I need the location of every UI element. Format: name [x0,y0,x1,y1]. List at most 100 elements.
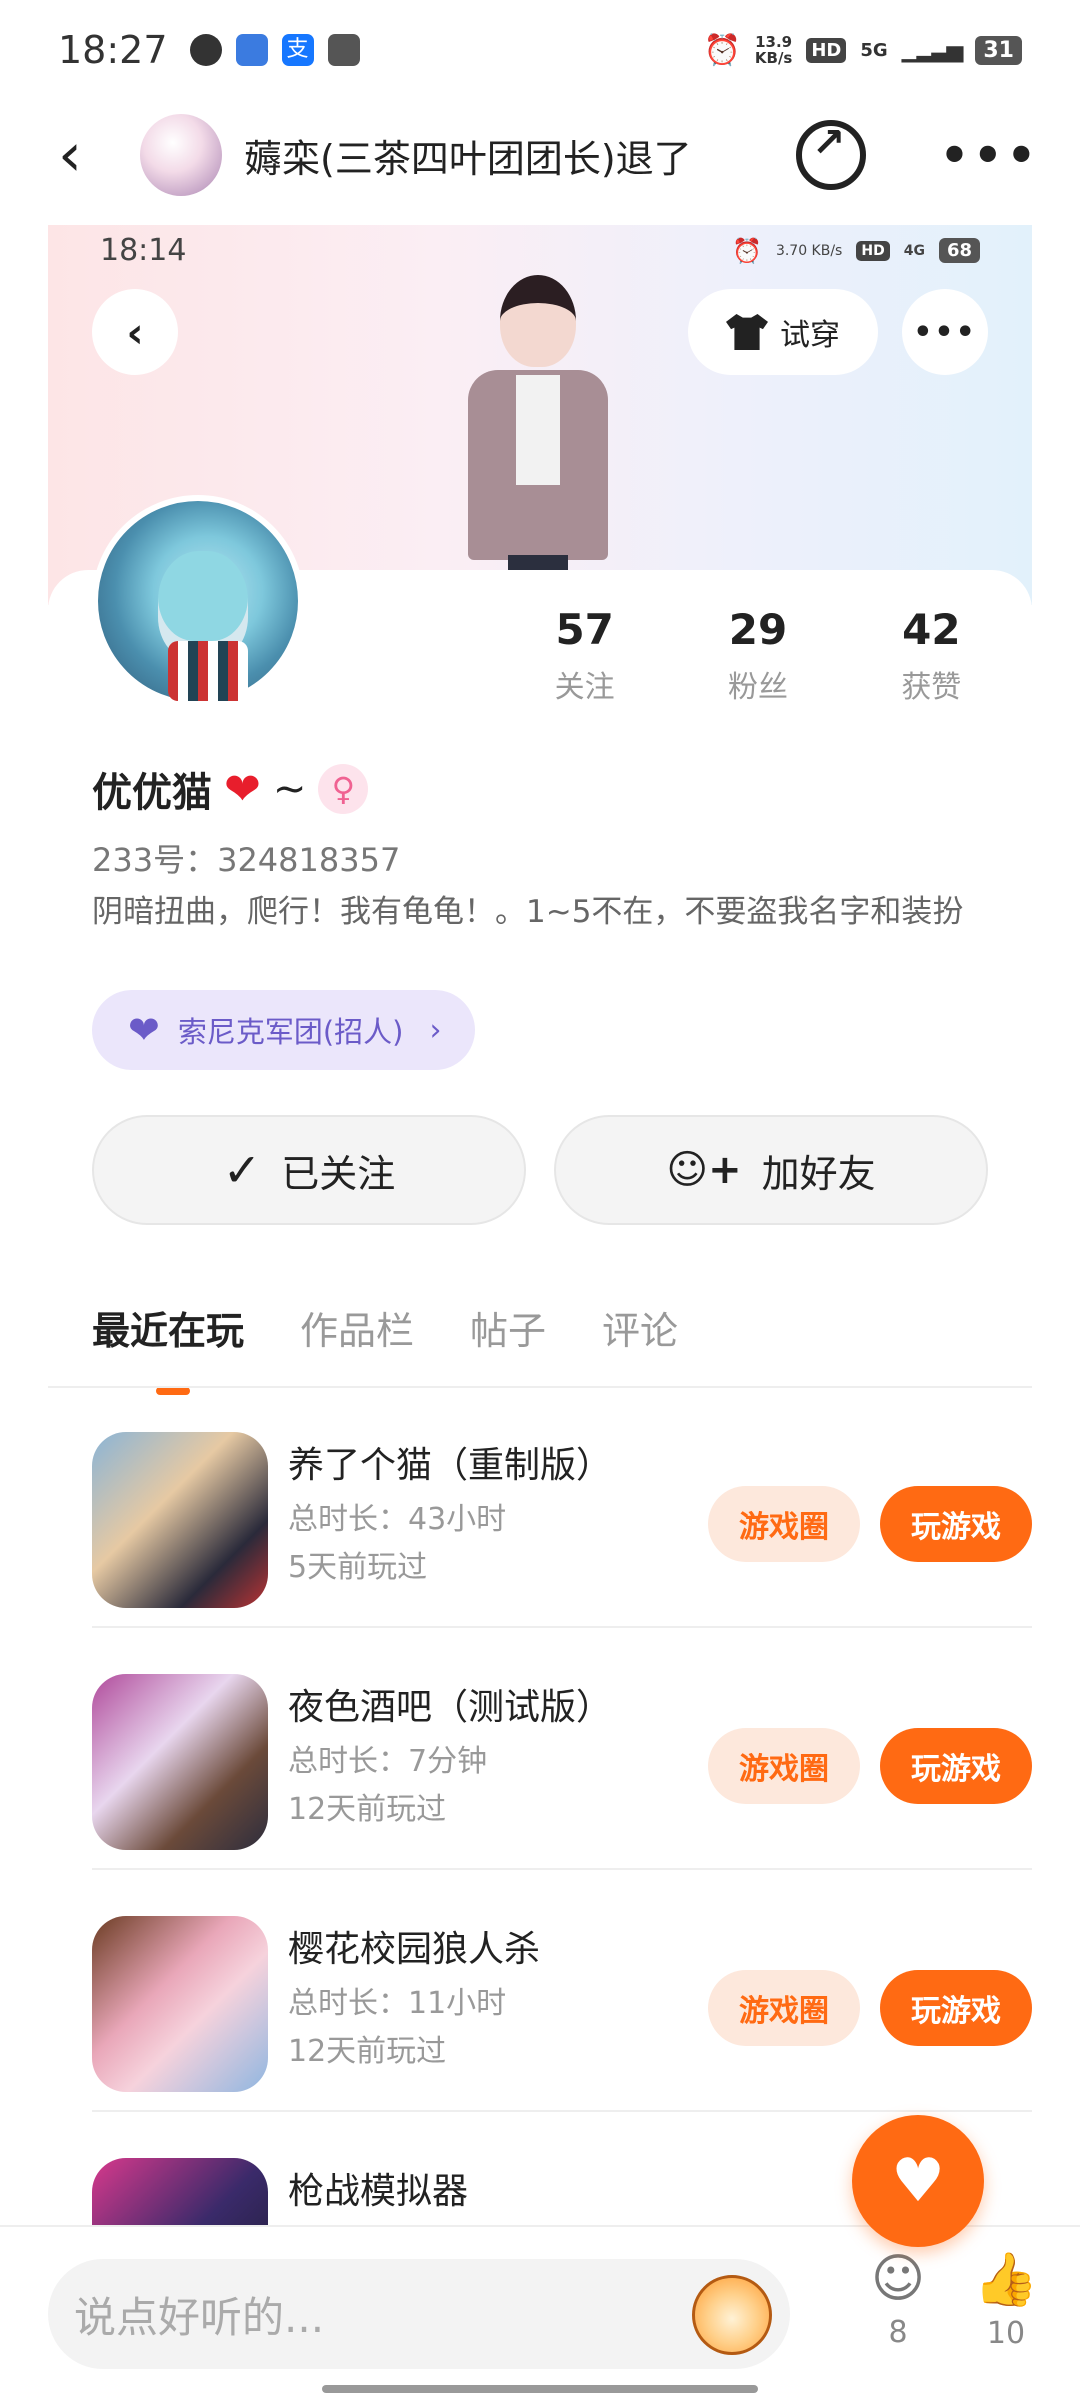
game-name: 夜色酒吧（测试版） [288,1687,613,1728]
group-label: 索尼克军团(招人) [177,1015,404,1049]
tshirt-icon [726,314,768,350]
try-on-button[interactable]: 试穿 [688,289,878,375]
followed-label: 已关注 [281,1151,396,1196]
stat-followers[interactable]: 29 粉丝 [671,605,844,706]
page-title: 薅栾(三茶四叶团团长)退了 [244,136,692,181]
game-icon[interactable] [92,1916,268,2092]
stat-value: 57 [555,605,614,654]
try-on-label: 试穿 [780,318,840,353]
inner-network-type: 4G [903,242,925,259]
game-icon[interactable] [92,1432,268,1608]
row-divider [92,1868,1032,1870]
banner-back-button[interactable]: ‹ [92,289,178,375]
network-type: 5G [860,39,888,61]
red-heart-icon: ❤ [224,763,261,815]
alipay-icon: 支 [281,34,314,66]
stat-label: 获赞 [901,670,962,705]
comment-bubble-icon: ☺ [870,2249,926,2309]
comment-placeholder: 说点好听的... [74,2292,325,2342]
share-button[interactable] [795,120,866,190]
more-options-button[interactable]: ••• [940,128,1040,182]
hd-badge: HD [856,240,890,261]
game-last-played: 12天前玩过 [288,2034,447,2069]
add-friend-button[interactable]: ☺+ 加好友 [554,1115,988,1225]
row-divider [92,2110,1032,2112]
banner-more-button[interactable]: ••• [902,289,988,375]
alarm-icon: ⏰ [703,32,741,68]
stat-value: 42 [902,605,961,654]
comment-count: 8 [888,2315,908,2350]
chevron-left-icon: ‹ [58,120,82,190]
username: 优优猫 [92,770,212,816]
app-notification-icon [327,34,360,66]
stat-label: 关注 [554,670,615,705]
like-count: 10 [986,2316,1026,2351]
game-duration: 总时长：7分钟 [288,1744,488,1779]
tab-comments[interactable]: 评论 [602,1300,678,1355]
heart-icon: ♥ [891,2146,945,2216]
tab-works[interactable]: 作品栏 [300,1300,414,1355]
like-count-button[interactable]: 👍 10 [966,2249,1046,2351]
inner-battery-level: 68 [938,238,980,263]
play-game-button[interactable]: 玩游戏 [880,1486,1032,1562]
row-divider [92,1626,1032,1628]
tab-posts[interactable]: 帖子 [470,1300,546,1355]
chevron-left-icon: ‹ [126,307,144,357]
purple-heart-icon: ❤ [128,1008,160,1052]
game-list-item[interactable]: 养了个猫（重制版） 总时长：43小时 5天前玩过 游戏圈 玩游戏 [92,1388,1032,1628]
profile-tabs: 最近在玩 作品栏 帖子 评论 [92,1300,678,1395]
top-avatar[interactable] [140,114,222,196]
username-suffix: ~ [272,766,307,812]
avatar-character-illustration [438,275,638,605]
game-circle-button[interactable]: 游戏圈 [708,1728,860,1804]
stat-value: 29 [728,605,788,654]
user-avatar[interactable] [92,495,304,707]
stat-label: 粉丝 [727,670,788,705]
game-name: 樱花校园狼人杀 [288,1929,541,1970]
status-time: 18:27 [58,28,168,72]
checkmark-icon: ✓ [222,1143,262,1197]
game-duration: 总时长：43小时 [288,1502,507,1537]
add-friend-label: 加好友 [761,1151,876,1196]
game-list-item[interactable]: 夜色酒吧（测试版） 总时长：7分钟 12天前玩过 游戏圈 玩游戏 [92,1630,1032,1870]
network-speed: 13.9 KB/s [754,33,793,67]
followed-button[interactable]: ✓ 已关注 [92,1115,526,1225]
game-circle-button[interactable]: 游戏圈 [708,1486,860,1562]
app-notification-icon [189,34,222,66]
game-name: 枪战模拟器 [288,2171,469,2212]
game-icon[interactable] [92,1674,268,1850]
chevron-right-icon: › [429,1012,442,1048]
floating-heart-button[interactable]: ♥ [852,2115,984,2247]
play-game-button[interactable]: 玩游戏 [880,1728,1032,1804]
game-name: 养了个猫（重制版） [288,1445,613,1486]
username-row: 优优猫 ❤ ~ ♀ [92,760,369,818]
status-bar: 18:27 支 ⏰ 13.9 KB/s HD 5G ▁▂▃▅ 31 [0,0,1080,100]
game-list-item[interactable]: 樱花校园狼人杀 总时长：11小时 12天前玩过 游戏圈 玩游戏 [92,1872,1032,2112]
user-bio: 阴暗扭曲，爬行！我有龟龟！。1~5不在，不要盗我名字和装扮 [92,894,964,930]
stat-likes[interactable]: 42 获赞 [845,605,1018,706]
inner-network-speed: 3.70 KB/s [775,242,843,259]
add-user-icon: ☺+ [666,1147,742,1193]
play-game-button[interactable]: 玩游戏 [880,1970,1032,2046]
profile-card: 18:14 ⏰ 3.70 KB/s HD 4G 68 ‹ 试穿 ••• 57 关… [48,225,1032,2400]
mascot-emoji-icon[interactable] [692,2275,772,2355]
stat-following[interactable]: 57 关注 [498,605,671,706]
signal-icon: ▁▂▃▅ [901,37,964,63]
battery-level: 31 [975,35,1022,65]
game-last-played: 12天前玩过 [288,1792,447,1827]
inner-status-bar: 18:14 ⏰ 3.70 KB/s HD 4G 68 [100,233,980,268]
game-circle-button[interactable]: 游戏圈 [708,1970,860,2046]
home-indicator[interactable] [322,2385,758,2393]
tab-recently-played[interactable]: 最近在玩 [92,1300,244,1395]
comment-count-button[interactable]: ☺ 8 [858,2249,938,2350]
profile-stats: 57 关注 29 粉丝 42 获赞 [498,605,1018,706]
app-notification-icon [235,34,268,66]
user-id: 233号：324818357 [92,841,401,879]
hd-badge: HD [806,37,847,63]
group-badge[interactable]: ❤ 索尼克军团(招人) › [92,990,476,1070]
inner-status-time: 18:14 [100,233,187,268]
back-button[interactable]: ‹ [40,115,100,195]
comment-input[interactable]: 说点好听的... [48,2259,790,2369]
game-duration: 总时长：11小时 [288,1986,507,2021]
bottom-comment-bar: 说点好听的... ☺ 8 👍 10 [0,2225,1080,2400]
